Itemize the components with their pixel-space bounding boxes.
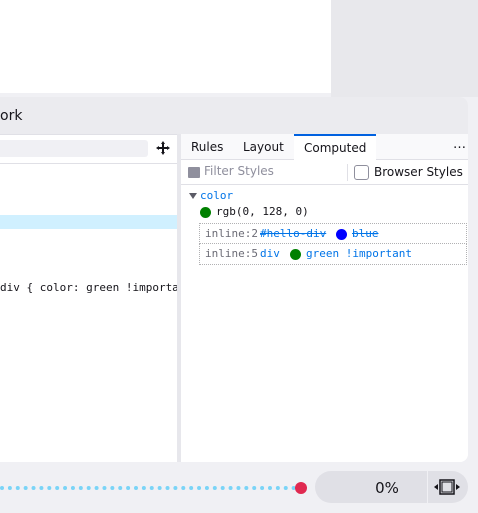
- devtools-panel: ork div { color: green !importa Rules La…: [0, 97, 468, 462]
- markup-pane: div { color: green !importa: [0, 134, 179, 462]
- background-area: [331, 0, 478, 97]
- filter-styles-input[interactable]: Filter Styles: [204, 164, 274, 178]
- rule-value: blue: [352, 227, 379, 240]
- frame-button[interactable]: [428, 471, 468, 503]
- page-viewport: [0, 0, 331, 93]
- filter-row: Filter Styles Browser Styles: [181, 160, 468, 185]
- timeline-track[interactable]: [0, 486, 296, 490]
- element-picker-icon[interactable]: [154, 140, 172, 158]
- inspector-sidebar: Rules Layout Computed … Filter Styles Br…: [181, 134, 468, 462]
- tab-computed[interactable]: Computed: [294, 134, 377, 161]
- filter-icon: [188, 167, 200, 178]
- markup-divider: [0, 163, 177, 164]
- color-swatch[interactable]: [290, 249, 301, 260]
- frames-icon: [434, 479, 460, 495]
- timeline-thumb[interactable]: [295, 482, 307, 494]
- more-options-icon[interactable]: …: [453, 134, 466, 160]
- rule-source[interactable]: inline:5: [205, 247, 258, 260]
- markup-search-input[interactable]: [0, 140, 148, 157]
- panel-title: ork: [0, 108, 23, 124]
- expand-twisty-icon[interactable]: [189, 193, 197, 199]
- rule-selector: div: [260, 247, 280, 260]
- color-swatch[interactable]: [200, 207, 211, 218]
- computed-property-row[interactable]: color: [181, 189, 468, 205]
- style-code-line: div { color: green !importa: [0, 281, 179, 294]
- sidebar-tabs: Rules Layout Computed …: [181, 134, 468, 161]
- matched-selectors: inline:2 #hello-div blue inline:5 div gr…: [199, 223, 467, 265]
- browser-styles-checkbox[interactable]: [354, 165, 369, 180]
- panel-titlebar: ork: [0, 97, 468, 134]
- playback-bar: 0%: [0, 462, 478, 513]
- selected-node-row[interactable]: [0, 215, 177, 229]
- rule-selector: #hello-div: [260, 227, 327, 240]
- rule-source[interactable]: inline:2: [205, 227, 258, 240]
- matched-rule[interactable]: inline:5 div green !important: [199, 244, 467, 265]
- percent-label: 0%: [375, 479, 399, 497]
- tab-rules[interactable]: Rules: [181, 134, 233, 160]
- property-name: color: [200, 189, 234, 202]
- percent-display: 0%: [315, 471, 427, 503]
- browser-styles-label[interactable]: Browser Styles: [374, 165, 463, 179]
- matched-rule[interactable]: inline:2 #hello-div blue: [199, 223, 467, 244]
- filter-separator: [347, 164, 348, 181]
- property-value: rgb(0, 128, 0): [216, 205, 309, 218]
- color-swatch[interactable]: [336, 229, 347, 240]
- tab-layout[interactable]: Layout: [233, 134, 294, 160]
- rule-value: green !important: [306, 247, 412, 260]
